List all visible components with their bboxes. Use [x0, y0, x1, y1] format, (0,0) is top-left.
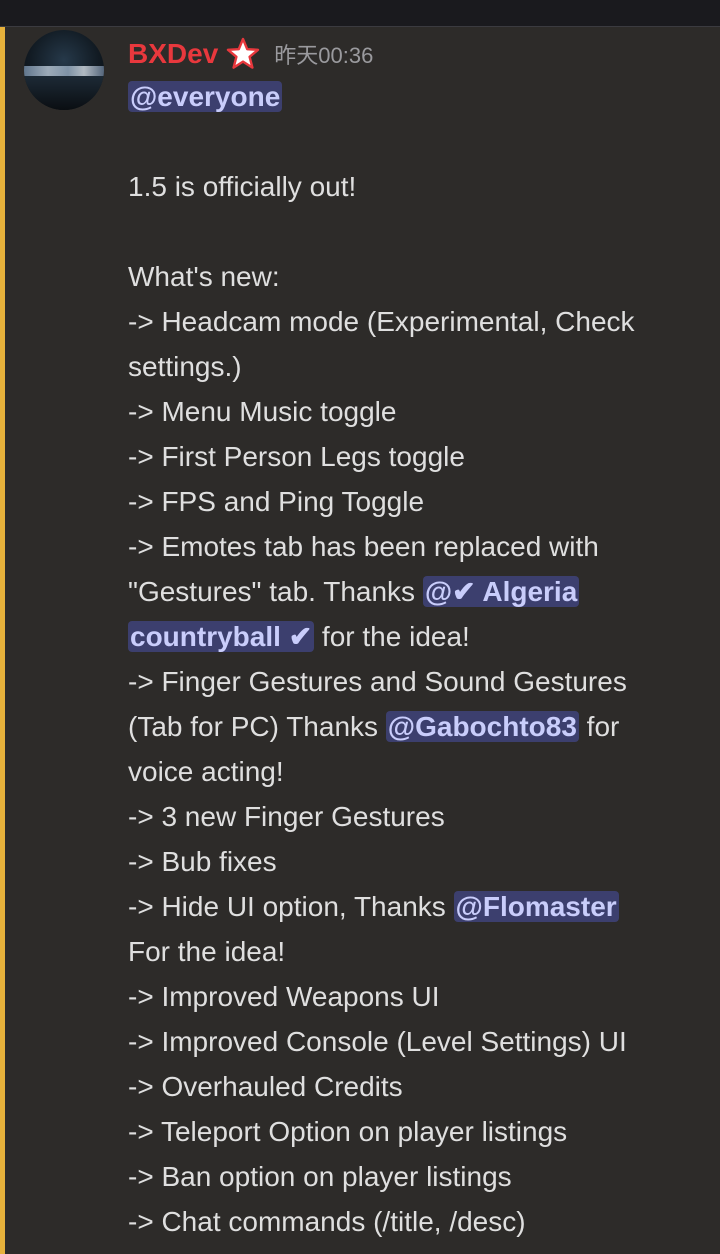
mention-gabochto83[interactable]: @Gabochto83 [385, 711, 579, 742]
top-bar [0, 0, 720, 27]
message-line: -> First Person Legs toggle [128, 441, 465, 472]
avatar-water [24, 76, 104, 110]
mention-highlight-strip [0, 27, 5, 1254]
star-icon [226, 37, 260, 71]
message-content: @everyone 1.5 is officially out! What's … [128, 74, 688, 1244]
mention-everyone[interactable]: @everyone [128, 81, 283, 112]
message-line: What's new: [128, 261, 280, 292]
message-line: -> Improved Console (Level Settings) UI [128, 1026, 627, 1057]
mention-flomaster[interactable]: @Flomaster [453, 891, 619, 922]
message-text: for the idea! [314, 621, 470, 652]
message-line: voice acting! [128, 756, 284, 787]
message-line: "Gestures" tab. Thanks @✔ Algeria [128, 569, 688, 614]
message-text: "Gestures" tab. Thanks [128, 576, 423, 607]
message-line: -> Menu Music toggle [128, 396, 397, 427]
username[interactable]: BXDev [128, 38, 218, 70]
message-text: for [578, 711, 620, 742]
avatar[interactable] [24, 30, 104, 110]
avatar-city-lights [24, 66, 104, 76]
timestamp: 昨天00:36 [274, 43, 374, 68]
message-line: -> 3 new Finger Gestures [128, 801, 445, 832]
message-line: 1.5 is officially out! [128, 171, 357, 202]
message-line: -> Chat commands (/title, /desc) [128, 1206, 526, 1237]
message-line: settings.) [128, 351, 242, 382]
message-line: -> Improved Weapons UI [128, 981, 440, 1012]
message-line: -> Ban option on player listings [128, 1161, 512, 1192]
message-line: -> Emotes tab has been replaced with [128, 531, 599, 562]
message-line: -> Overhauled Credits [128, 1071, 403, 1102]
message-line: countryball ✔ for the idea! [128, 614, 688, 659]
message-line: For the idea! [128, 936, 286, 967]
mention-algeria-countryball[interactable]: @✔ Algeria [422, 576, 580, 607]
message-line: -> Bub fixes [128, 846, 277, 877]
message-line: (Tab for PC) Thanks @Gabochto83 for [128, 704, 688, 749]
message-text: (Tab for PC) Thanks [128, 711, 386, 742]
message-line: -> Teleport Option on player listings [128, 1116, 568, 1147]
message-line: -> FPS and Ping Toggle [128, 486, 425, 517]
message-line: -> Headcam mode (Experimental, Check [128, 306, 635, 337]
message-line: -> Hide UI option, Thanks @Flomaster [128, 884, 688, 929]
message-header: BXDev 昨天00:36 [128, 34, 373, 74]
mention-algeria-countryball-cont[interactable]: countryball ✔ [128, 621, 315, 652]
message-text: -> Hide UI option, Thanks [128, 891, 454, 922]
message-line: -> Finger Gestures and Sound Gestures [128, 666, 627, 697]
